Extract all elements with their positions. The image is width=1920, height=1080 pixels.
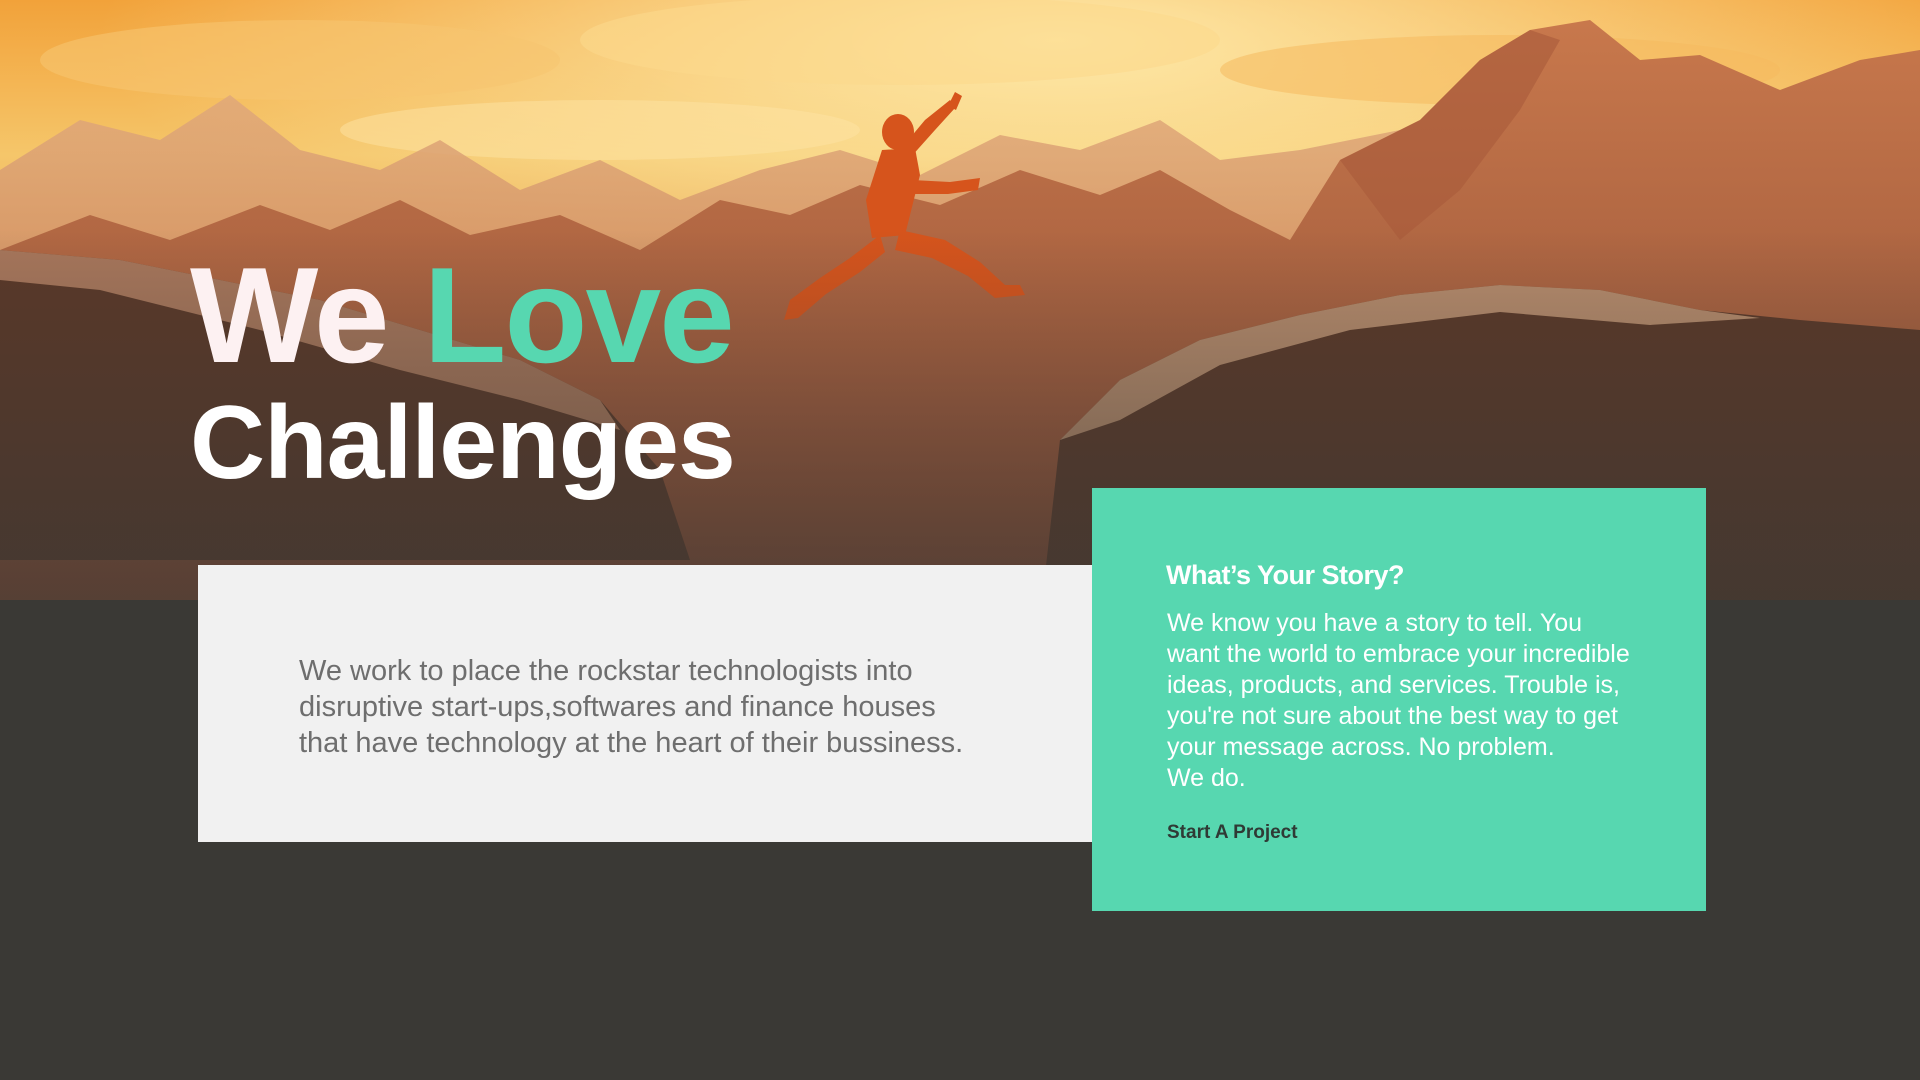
headline-word-we: We: [190, 239, 390, 391]
headline-word-love: Love: [423, 239, 734, 391]
intro-card: We work to place the rockstar technologi…: [198, 565, 1092, 842]
story-body: We know you have a story to tell. You wa…: [1167, 609, 1630, 792]
story-card: What’s Your Story? We know you have a st…: [1092, 488, 1706, 911]
intro-text: We work to place the rockstar technologi…: [299, 655, 964, 759]
start-project-link[interactable]: Start A Project: [1167, 822, 1298, 844]
headline-line-1: We Love: [190, 247, 735, 383]
landing-page: We Love Challenges We work to place the …: [0, 0, 1920, 1080]
story-title: What’s Your Story?: [1166, 560, 1405, 590]
headline-line-2: Challenges: [190, 385, 736, 501]
hero-headline: We Love Challenges: [190, 247, 736, 502]
